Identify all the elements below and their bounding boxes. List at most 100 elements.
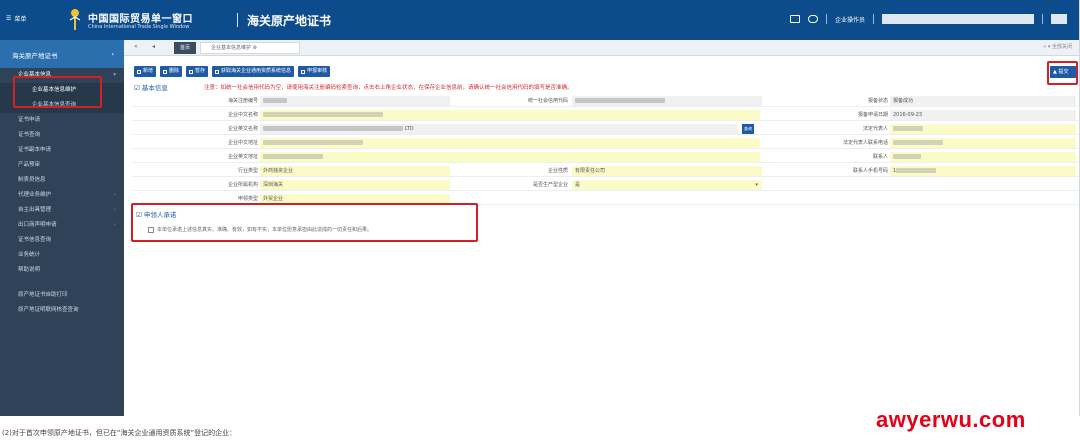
system-title: 海关原产地证书 xyxy=(247,14,332,28)
sidebar-item[interactable]: 原产地证书自助打印 xyxy=(0,288,124,303)
industry-value: 外商独资企业 xyxy=(263,168,294,174)
add-button-label: 新增 xyxy=(143,68,154,74)
mail-icon[interactable] xyxy=(790,15,800,23)
sidebar-module-header[interactable]: 海关原产地证书 ‹ xyxy=(0,40,124,68)
sidebar-item-label: 代理业务维护 xyxy=(18,192,52,198)
belong-org-label: 企业所属机构 xyxy=(227,182,258,188)
form-row: 海关注册编号 统一社会信用代码 报备状态 报备成功 xyxy=(132,95,1078,107)
logo-icon xyxy=(69,9,81,30)
cn-address-field[interactable] xyxy=(260,138,760,148)
chevron-right-icon: › xyxy=(113,222,116,228)
uscc-label: 统一社会信用代码 xyxy=(527,98,568,104)
en-name-field[interactable]: LTD xyxy=(260,124,738,134)
caption-text: (2)对于首次申领原产地证书，但已在“海关企业通用资质系统”登记的企业： xyxy=(2,429,237,437)
send-icon xyxy=(301,69,306,74)
en-address-label: 企业英文地址 xyxy=(227,154,258,160)
cn-name-label: 企业中文名称 xyxy=(227,112,258,118)
sidebar-item-label: 帮助说明 xyxy=(18,267,41,273)
sidebar-item[interactable]: 证书查询 xyxy=(0,128,124,143)
sidebar-item[interactable]: 证书信息查询 xyxy=(0,233,124,248)
menu-label: 菜单 xyxy=(14,16,27,23)
menu-button[interactable]: ☰ 菜单 xyxy=(6,14,26,23)
sidebar-item[interactable]: 业务统计 xyxy=(0,248,124,263)
lookup-button[interactable]: 查询 xyxy=(742,124,754,134)
tab-bar: « ◂ 首页 企业基本信息维护 ⊗ » ▾ 全部关闭 xyxy=(124,40,1079,56)
submit-review-button[interactable]: 申报审核 xyxy=(298,66,331,77)
sidebar-item[interactable]: 出口商声明申请 › xyxy=(0,218,124,233)
form-toolbar: 新增 删除 暂存 获取海关企业通用资质系统信息 申报审核 xyxy=(134,66,331,77)
industry-label: 行业类型 xyxy=(237,168,258,174)
sidebar-item[interactable]: 证书副本申请 xyxy=(0,143,124,158)
sidebar-item-label: 证书查询 xyxy=(18,132,41,138)
en-address-field[interactable] xyxy=(260,152,760,162)
cn-name-field[interactable] xyxy=(260,110,760,120)
contact-field[interactable] xyxy=(890,152,1076,162)
belong-org-select[interactable]: 深圳海关 xyxy=(260,180,450,190)
chevron-right-icon: » ▾ xyxy=(1043,44,1052,50)
sidebar-item[interactable]: 制表员信息 xyxy=(0,173,124,188)
tab-close-all[interactable]: » ▾ 全部关闭 xyxy=(1043,43,1072,50)
sidebar-item[interactable]: 代理业务维护 › xyxy=(0,188,124,203)
sidebar-item[interactable]: 自主出具管理 › xyxy=(0,203,124,218)
chevron-right-icon: › xyxy=(113,192,116,198)
sidebar-item-label: 原产地证明联网核查查询 xyxy=(18,307,79,313)
draft-button-label: 暂存 xyxy=(195,68,206,74)
notification-icon[interactable] xyxy=(808,15,818,23)
form-row: 企业所属机构 深圳海关 是否生产型企业 是 ▾ xyxy=(132,179,1078,191)
screenshot: ☰ 菜单 中国国际贸易单一窗口 China International Trad… xyxy=(0,0,1080,416)
contact-mobile-field[interactable]: 1 xyxy=(890,166,1076,176)
highlight-submit-box xyxy=(1047,61,1078,85)
legal-phone-label: 法定代表人联系电话 xyxy=(842,140,888,146)
uscc-field[interactable] xyxy=(572,96,762,106)
sidebar-item[interactable]: 帮助说明 xyxy=(0,263,124,278)
tab-home[interactable]: 首页 xyxy=(174,42,196,54)
sidebar-item-label: 出口商声明申请 xyxy=(18,222,57,228)
sidebar-item-label: 证书信息查询 xyxy=(18,237,52,243)
form-row: 企业中文地址 法定代表人联系电话 xyxy=(132,137,1078,149)
ent-type-select[interactable]: 有限责任公司 xyxy=(572,166,762,176)
belong-org-value: 深圳海关 xyxy=(263,182,284,188)
sidebar-item[interactable]: 原产地证明联网核查查询 xyxy=(0,303,124,318)
sidebar-item[interactable]: 产品预审 xyxy=(0,158,124,173)
form-row: 企业英文名称 LTD 查询 法定代表人 xyxy=(132,123,1078,135)
delete-icon xyxy=(163,69,168,74)
sidebar-item-label: 证书申请 xyxy=(18,117,41,123)
trade-type-select[interactable]: 是 ▾ xyxy=(572,180,762,190)
edit-icon: ☑ xyxy=(134,84,142,92)
legal-phone-field[interactable] xyxy=(890,138,1076,148)
apply-type-value: 外贸企业 xyxy=(263,196,284,202)
add-button[interactable]: 新增 xyxy=(134,66,157,77)
tab-scroll-left-icon[interactable]: « xyxy=(134,43,138,50)
delete-button[interactable]: 删除 xyxy=(160,66,183,77)
draft-button[interactable]: 暂存 xyxy=(186,66,209,77)
tab-enterprise-info[interactable]: 企业基本信息维护 ⊗ xyxy=(200,42,300,54)
industry-select[interactable]: 外商独资企业 xyxy=(260,166,450,176)
customs-code-label: 海关注册编号 xyxy=(227,98,258,104)
tab-back-icon[interactable]: ◂ xyxy=(152,43,155,50)
sidebar-item-label: 证书副本申请 xyxy=(18,147,52,153)
trade-type-label: 是否生产型企业 xyxy=(532,182,568,188)
customs-code-field[interactable] xyxy=(260,96,450,106)
basic-info-section-title: ☑ 基本信息 xyxy=(134,82,168,92)
top-header: ☰ 菜单 中国国际贸易单一窗口 China International Trad… xyxy=(0,0,1079,40)
close-icon[interactable]: ⊗ xyxy=(253,45,257,51)
user-name-redacted xyxy=(882,14,1035,24)
header-tools: 企业操作员 xyxy=(790,14,1068,24)
legal-person-field[interactable] xyxy=(890,124,1076,134)
sidebar-item-label: 自主出具管理 xyxy=(18,207,52,213)
trade-type-value: 是 xyxy=(575,182,581,188)
filing-date-label: 报备申请日期 xyxy=(857,112,888,118)
chevron-left-icon: ‹ xyxy=(111,50,114,58)
fetch-customs-info-button[interactable]: 获取海关企业通用资质系统信息 xyxy=(212,66,295,77)
chevron-right-icon: › xyxy=(113,207,116,213)
chevron-down-icon: ▾ xyxy=(755,182,758,188)
sidebar-item[interactable]: 证书申请 xyxy=(0,113,124,128)
draft-icon xyxy=(189,69,194,74)
status-field: 报备成功 xyxy=(890,96,1076,106)
header-divider xyxy=(1042,14,1044,24)
tab-label: 企业基本信息维护 xyxy=(211,45,252,51)
logout-button[interactable] xyxy=(1051,14,1068,24)
delete-button-label: 删除 xyxy=(169,68,180,74)
sidebar-module-title: 海关原产地证书 xyxy=(12,52,58,60)
